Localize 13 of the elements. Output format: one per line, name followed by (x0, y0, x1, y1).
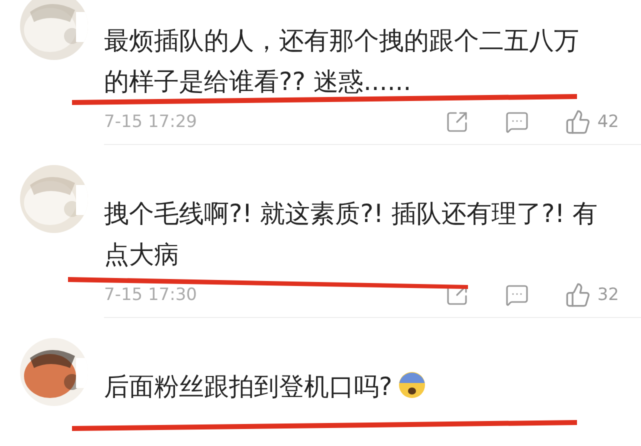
comment-time: 7-15 17:29 (104, 112, 198, 132)
comment-icon[interactable] (505, 283, 530, 307)
like-count: 42 (597, 112, 619, 132)
share-icon[interactable] (445, 110, 470, 134)
like-count: 32 (597, 285, 619, 305)
comment-text: 后面粉丝跟拍到登机口吗? (104, 366, 598, 407)
comment-text: 拽个毛线啊?! 就这素质?! 插队还有理了?! 有点大病 (104, 198, 598, 271)
comment-time: 7-15 17:30 (104, 285, 198, 305)
like-icon[interactable] (565, 282, 592, 308)
like-icon[interactable] (565, 109, 592, 135)
emoji-icon (398, 371, 426, 399)
comment-text: 最烦插队的人，还有那个拽的跟个二五八万的样子是给谁看?? 迷惑...... (104, 25, 580, 98)
comment-icon[interactable] (505, 110, 530, 134)
